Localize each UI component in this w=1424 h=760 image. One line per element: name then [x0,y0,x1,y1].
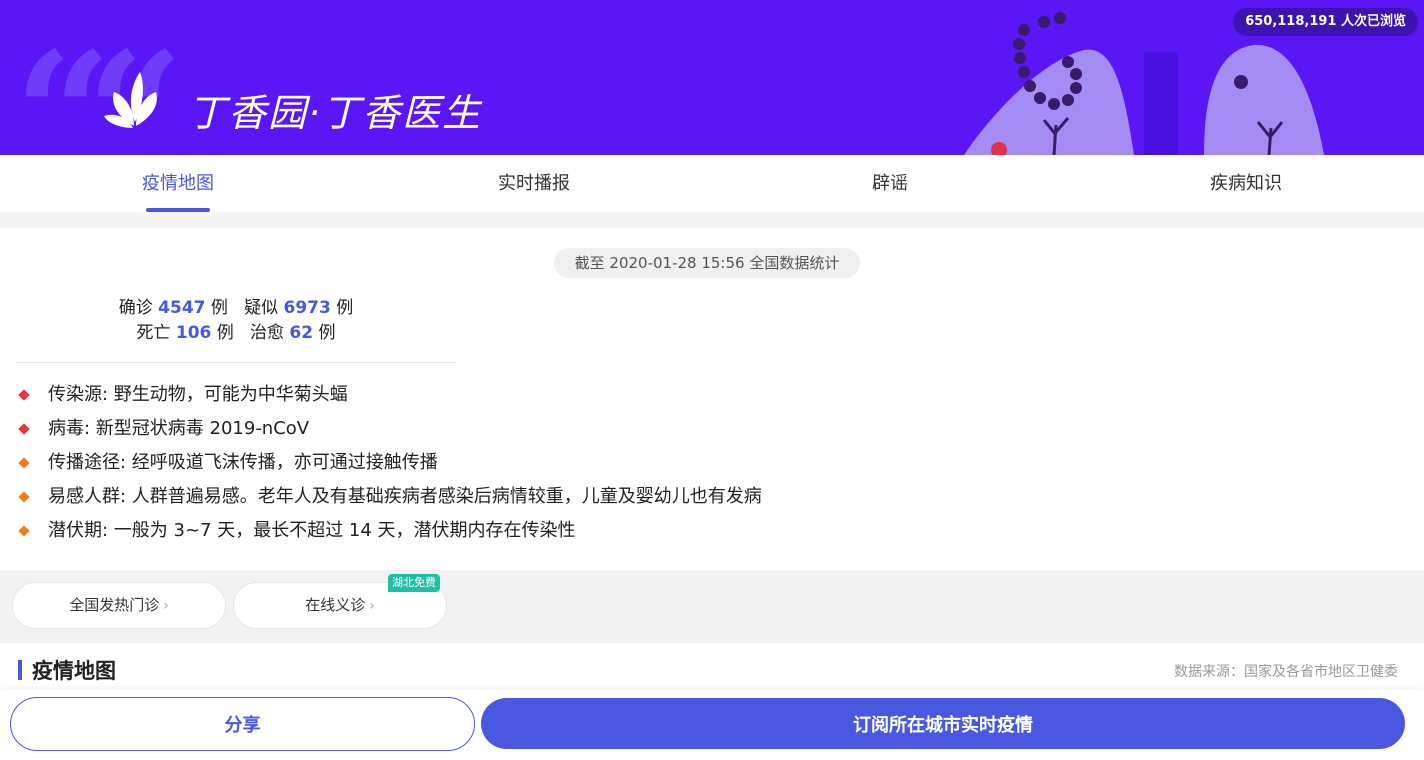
subscribe-city-button[interactable]: 订阅所在城市实时疫情 [481,698,1405,749]
death-count: 106 [175,323,212,343]
tab-disease-knowledge[interactable]: 疾病知识 [1068,155,1424,212]
suspected-count: 6973 [283,298,331,318]
service-links: 全国发热门诊 › 在线义诊 › 湖北免费 [0,570,1424,643]
tab-bar: 疫情地图 实时播报 辟谣 疾病知识 [0,155,1424,212]
disease-facts-list: 传染源: 野生动物，可能为中华菊头蝠 病毒: 新型冠状病毒 2019-nCoV … [18,378,762,548]
divider [16,362,456,363]
header-banner: “ “ 丁香园·丁香医生 650,118,191 人次已浏览 [0,0,1424,155]
data-source-note: 数据来源：国家及各省市地区卫健委 [1174,664,1398,680]
unit-label: 例 [210,298,228,318]
confirmed-label: 确诊 [118,298,153,318]
diamond-bullet-icon [18,423,30,435]
cured-count: 62 [289,323,314,343]
fact-item: 易感人群: 人群普遍易感。老年人及有基础疾病者感染后病情较重，儿童及婴幼儿也有发… [18,480,762,514]
fact-text: 易感人群: 人群普遍易感。老年人及有基础疾病者感染后病情较重，儿童及婴幼儿也有发… [48,486,762,507]
online-consult-button[interactable]: 在线义诊 › 湖北免费 [233,574,447,629]
diamond-bullet-icon [18,525,30,537]
chevron-right-icon: › [163,598,169,614]
stats-timestamp: 截至 2020-01-28 15:56 全国数据统计 [554,248,860,278]
cured-label: 治愈 [250,323,285,343]
share-button[interactable]: 分享 [10,697,475,751]
fact-item: 潜伏期: 一般为 3~7 天，最长不超过 14 天，潜伏期内存在传染性 [18,514,762,548]
diamond-bullet-icon [18,491,30,503]
diamond-bullet-icon [18,457,30,469]
fact-item: 病毒: 新型冠状病毒 2019-nCoV [18,412,762,446]
tab-rumor-debunk[interactable]: 辟谣 [712,155,1068,212]
brand-name: 丁香园·丁香医生 [188,91,483,135]
suspected-label: 疑似 [244,298,279,318]
fact-text: 传染源: 野生动物，可能为中华菊头蝠 [48,384,348,405]
unit-label: 例 [216,323,234,343]
view-count-badge: 650,118,191 人次已浏览 [1233,8,1418,36]
stats-row-1: 确诊 4547 例 疑似 6973 例 [16,296,456,321]
hubei-free-badge: 湖北免费 [388,574,440,592]
fact-text: 潜伏期: 一般为 3~7 天，最长不超过 14 天，潜伏期内存在传染性 [48,520,576,541]
tab-live-updates[interactable]: 实时播报 [356,155,712,212]
tab-epidemic-map[interactable]: 疫情地图 [0,155,356,212]
chevron-right-icon: › [369,598,375,614]
diamond-bullet-icon [18,389,30,401]
section-title: 疫情地图 [32,659,116,683]
unit-label: 例 [318,323,336,343]
fact-item: 传播途径: 经呼吸道飞沫传播，亦可通过接触传播 [18,446,762,480]
bottom-action-bar: 分享 订阅所在城市实时疫情 [0,690,1424,760]
fact-text: 传播途径: 经呼吸道飞沫传播，亦可通过接触传播 [48,452,438,473]
fever-clinic-label: 全国发热门诊 [69,596,160,614]
fever-clinic-button[interactable]: 全国发热门诊 › [12,582,226,629]
confirmed-count: 4547 [158,298,206,318]
section-accent-bar [18,660,22,680]
unit-label: 例 [336,298,354,318]
fact-item: 传染源: 野生动物，可能为中华菊头蝠 [18,378,762,412]
fact-text: 病毒: 新型冠状病毒 2019-nCoV [48,418,310,439]
death-label: 死亡 [136,323,171,343]
case-stats: 确诊 4547 例 疑似 6973 例 死亡 106 例 治愈 62 例 [16,296,456,346]
stats-row-2: 死亡 106 例 治愈 62 例 [16,321,456,346]
summary-card: 截至 2020-01-28 15:56 全国数据统计 确诊 4547 例 疑似 … [0,228,1424,570]
lilac-logo-icon [104,72,157,128]
online-consult-label: 在线义诊 [305,596,366,614]
